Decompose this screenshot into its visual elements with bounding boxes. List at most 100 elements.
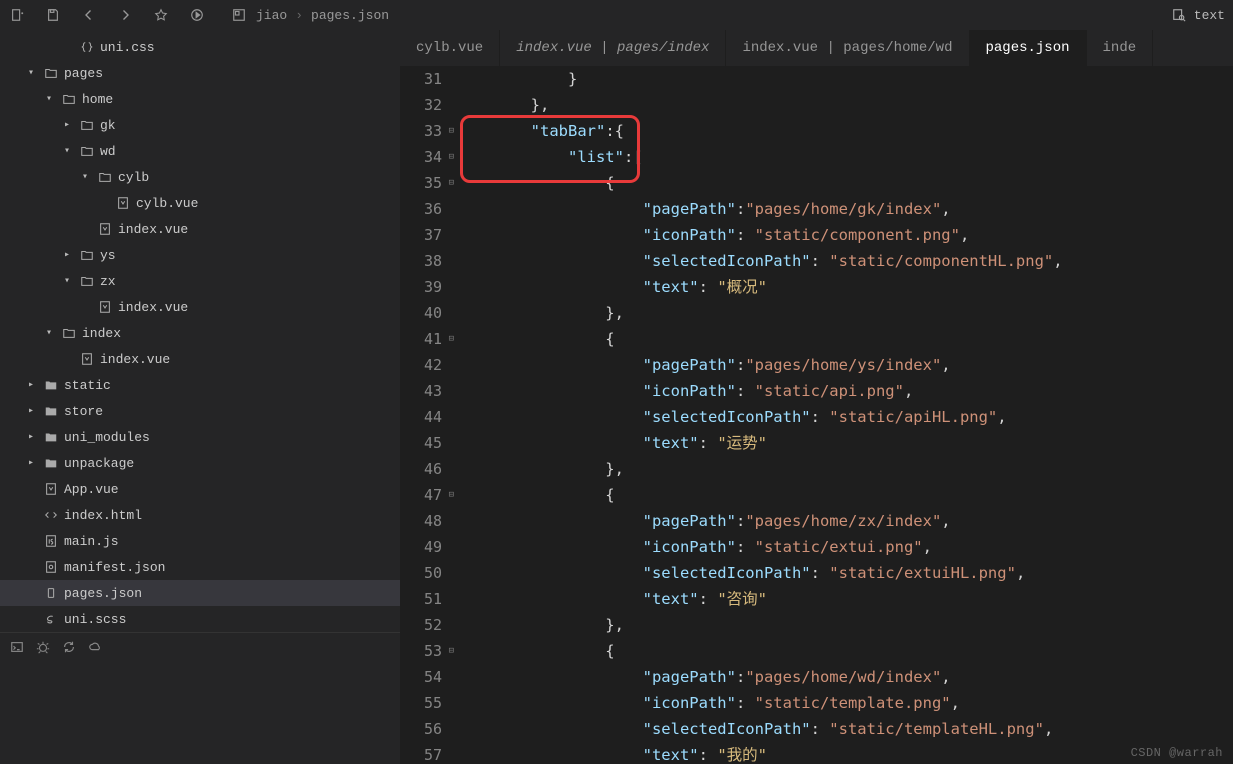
fold-icon[interactable]: ⊟ xyxy=(449,118,454,144)
line-number: 49 xyxy=(400,534,442,560)
tree-row-App-vue[interactable]: App.vue xyxy=(0,476,400,502)
debug-icon[interactable] xyxy=(36,640,50,654)
breadcrumb-file[interactable]: pages.json xyxy=(311,8,389,23)
search-text: text xyxy=(1194,8,1225,23)
fold-icon[interactable]: ⊟ xyxy=(449,144,454,170)
tree-row-uni-css[interactable]: uni.css xyxy=(0,34,400,60)
chevron-right-icon[interactable]: ▸ xyxy=(28,379,42,391)
tree-row-main-js[interactable]: main.js xyxy=(0,528,400,554)
code-line[interactable]: } xyxy=(456,66,1233,92)
line-number: 51 xyxy=(400,586,442,612)
code-line[interactable]: "pagePath":"pages/home/zx/index", xyxy=(456,508,1233,534)
tree-row-zx[interactable]: ▾zx xyxy=(0,268,400,294)
code-content[interactable]: } }, "tabBar":{ "list":[ { "pagePath":"p… xyxy=(456,66,1233,764)
tree-row-ys[interactable]: ▸ys xyxy=(0,242,400,268)
code-line[interactable]: "selectedIconPath": "static/componentHL.… xyxy=(456,248,1233,274)
code-line[interactable]: "pagePath":"pages/home/wd/index", xyxy=(456,664,1233,690)
nav-forward-icon[interactable] xyxy=(116,9,134,21)
fold-icon[interactable]: ⊟ xyxy=(449,326,454,352)
code-line[interactable]: }, xyxy=(456,92,1233,118)
code-line[interactable]: "pagePath":"pages/home/gk/index", xyxy=(456,196,1233,222)
code-line[interactable]: "iconPath": "static/template.png", xyxy=(456,690,1233,716)
line-number: 54 xyxy=(400,664,442,690)
chevron-right-icon[interactable]: ▸ xyxy=(64,119,78,131)
cloud-icon[interactable] xyxy=(88,640,102,654)
breadcrumb-project[interactable]: jiao xyxy=(256,8,287,23)
code-line[interactable]: "text": "运势" xyxy=(456,430,1233,456)
tree-row-index[interactable]: ▾index xyxy=(0,320,400,346)
code-line[interactable]: "selectedIconPath": "static/templateHL.p… xyxy=(456,716,1233,742)
tree-row-pages[interactable]: ▾pages xyxy=(0,60,400,86)
titlebar-search[interactable]: text xyxy=(1172,8,1225,23)
editor: cylb.vueindex.vue | pages/indexindex.vue… xyxy=(400,30,1233,764)
chevron-down-icon[interactable]: ▾ xyxy=(82,171,96,183)
fold-icon[interactable]: ⊟ xyxy=(449,638,454,664)
tree-row-index-vue[interactable]: index.vue xyxy=(0,294,400,320)
tree-row-static[interactable]: ▸static xyxy=(0,372,400,398)
editor-tab[interactable]: index.vue | pages/home/wd xyxy=(726,30,969,66)
code-line[interactable]: }, xyxy=(456,612,1233,638)
editor-tab[interactable]: inde xyxy=(1087,30,1154,66)
code-line[interactable]: "iconPath": "static/extui.png", xyxy=(456,534,1233,560)
fold-icon[interactable]: ⊟ xyxy=(449,170,454,196)
tree-row-cylb[interactable]: ▾cylb xyxy=(0,164,400,190)
chevron-down-icon[interactable]: ▾ xyxy=(28,67,42,79)
code-line[interactable]: }, xyxy=(456,456,1233,482)
file-explorer[interactable]: uni.css▾pages▾home▸gk▾wd▾cylbcylb.vueind… xyxy=(0,30,400,764)
terminal-icon[interactable] xyxy=(10,640,24,654)
editor-tab[interactable]: pages.json xyxy=(970,30,1087,66)
nav-back-icon[interactable] xyxy=(80,9,98,21)
chevron-right-icon[interactable]: ▸ xyxy=(64,249,78,261)
code-line[interactable]: "text": "我的" xyxy=(456,742,1233,764)
run-icon[interactable] xyxy=(188,8,206,22)
tree-row-manifest-json[interactable]: manifest.json xyxy=(0,554,400,580)
chevron-down-icon[interactable]: ▾ xyxy=(64,145,78,157)
code-line[interactable]: { xyxy=(456,170,1233,196)
chevron-right-icon[interactable]: ▸ xyxy=(28,457,42,469)
sync-icon[interactable] xyxy=(62,640,76,654)
tree-row-index-vue[interactable]: index.vue xyxy=(0,346,400,372)
json-icon xyxy=(42,586,60,600)
editor-tab[interactable]: cylb.vue xyxy=(400,30,500,66)
line-number: 44 xyxy=(400,404,442,430)
tree-row-index-html[interactable]: index.html xyxy=(0,502,400,528)
code-line[interactable]: "selectedIconPath": "static/extuiHL.png"… xyxy=(456,560,1233,586)
code-line[interactable]: }, xyxy=(456,300,1233,326)
code-line[interactable]: "pagePath":"pages/home/ys/index", xyxy=(456,352,1233,378)
code-line[interactable]: { xyxy=(456,482,1233,508)
braces-icon xyxy=(78,40,96,54)
chevron-right-icon[interactable]: ▸ xyxy=(28,431,42,443)
tree-row-cylb-vue[interactable]: cylb.vue xyxy=(0,190,400,216)
fold-icon[interactable]: ⊟ xyxy=(449,482,454,508)
code-line[interactable]: "selectedIconPath": "static/apiHL.png", xyxy=(456,404,1233,430)
tree-row-unpackage[interactable]: ▸unpackage xyxy=(0,450,400,476)
line-number: 41⊟ xyxy=(400,326,442,352)
tree-row-uni-scss[interactable]: uni.scss xyxy=(0,606,400,632)
chevron-right-icon[interactable]: ▸ xyxy=(28,405,42,417)
chevron-down-icon[interactable]: ▾ xyxy=(46,93,60,105)
code-line[interactable]: { xyxy=(456,638,1233,664)
tree-row-store[interactable]: ▸store xyxy=(0,398,400,424)
tree-row-home[interactable]: ▾home xyxy=(0,86,400,112)
tree-item-label: App.vue xyxy=(64,482,119,497)
editor-tab[interactable]: index.vue | pages/index xyxy=(500,30,726,66)
code-line[interactable]: "tabBar":{ xyxy=(456,118,1233,144)
chevron-down-icon[interactable]: ▾ xyxy=(46,327,60,339)
watermark: CSDN @warrah xyxy=(1131,746,1223,760)
code-line[interactable]: "text": "咨询" xyxy=(456,586,1233,612)
tree-row-gk[interactable]: ▸gk xyxy=(0,112,400,138)
tree-row-index-vue[interactable]: index.vue xyxy=(0,216,400,242)
code-line[interactable]: { xyxy=(456,326,1233,352)
code-line[interactable]: "iconPath": "static/component.png", xyxy=(456,222,1233,248)
code-line[interactable]: "iconPath": "static/api.png", xyxy=(456,378,1233,404)
tree-row-uni_modules[interactable]: ▸uni_modules xyxy=(0,424,400,450)
chevron-down-icon[interactable]: ▾ xyxy=(64,275,78,287)
folder-icon xyxy=(60,92,78,106)
code-line[interactable]: "text": "概况" xyxy=(456,274,1233,300)
tree-row-wd[interactable]: ▾wd xyxy=(0,138,400,164)
code-line[interactable]: "list":[ xyxy=(456,144,1233,170)
tree-row-pages-json[interactable]: pages.json xyxy=(0,580,400,606)
new-file-icon[interactable] xyxy=(8,8,26,22)
save-icon[interactable] xyxy=(44,8,62,22)
star-icon[interactable] xyxy=(152,8,170,22)
